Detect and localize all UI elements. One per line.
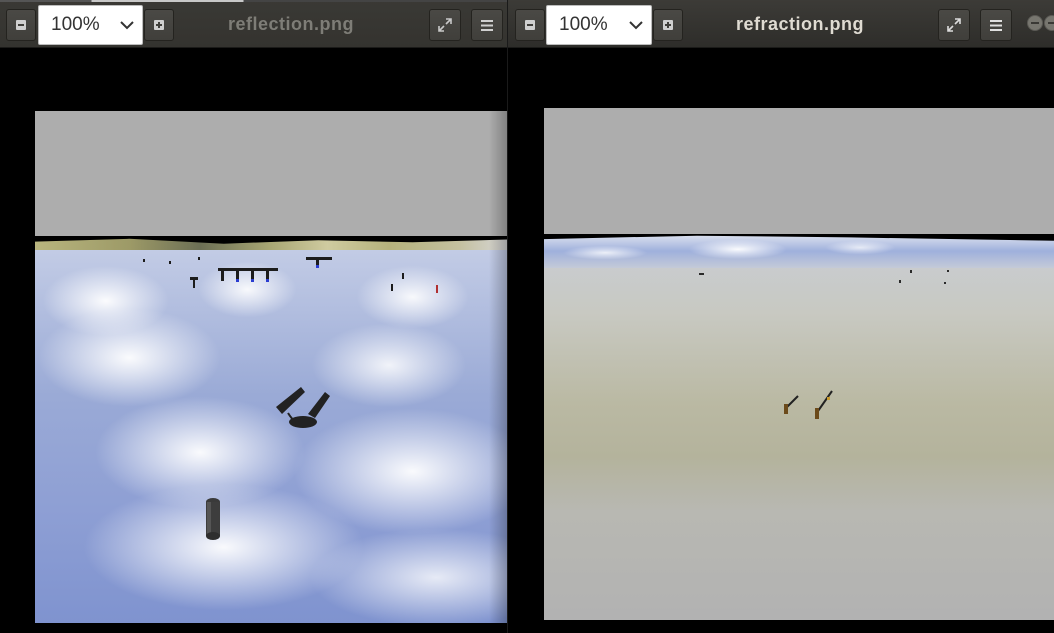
- reflection-viewer-window: 100% reflection.png: [0, 0, 507, 633]
- plus-box-icon: [154, 20, 164, 30]
- minus-box-icon: [16, 20, 26, 30]
- menu-button[interactable]: [471, 9, 503, 41]
- menu-button[interactable]: [980, 9, 1012, 41]
- zoom-out-button[interactable]: [515, 9, 545, 41]
- chevron-down-icon[interactable]: [112, 20, 142, 30]
- zoom-in-button[interactable]: [144, 9, 174, 41]
- chevron-down-icon[interactable]: [621, 20, 651, 30]
- zoom-value[interactable]: 100%: [547, 14, 621, 36]
- zoom-combo[interactable]: 100%: [38, 5, 143, 45]
- window-title: refraction.png: [736, 13, 865, 34]
- refraction-viewer-window: 100% refraction.png: [508, 0, 1054, 633]
- reflection-image: [35, 111, 507, 623]
- image-edge-shade: [489, 111, 507, 623]
- maximize-circle-icon[interactable]: [1044, 15, 1054, 31]
- expand-arrows-icon: [438, 18, 452, 32]
- refraction-image: [544, 108, 1054, 620]
- fullscreen-button[interactable]: [938, 9, 970, 41]
- hamburger-icon: [481, 19, 493, 31]
- window-title: reflection.png: [228, 13, 355, 34]
- minimize-circle-icon[interactable]: [1027, 15, 1043, 31]
- fullscreen-button[interactable]: [429, 9, 461, 41]
- zoom-combo[interactable]: 100%: [546, 5, 652, 45]
- image-scene-objects: [699, 270, 949, 419]
- expand-arrows-icon: [947, 18, 961, 32]
- image-scene-objects: [143, 257, 438, 540]
- zoom-value[interactable]: 100%: [39, 14, 112, 36]
- zoom-in-button[interactable]: [653, 9, 683, 41]
- minus-box-icon: [525, 20, 535, 30]
- headerbar: 100% reflection.png: [0, 0, 507, 48]
- headerbar: 100% refraction.png: [508, 0, 1054, 48]
- plus-box-icon: [663, 20, 673, 30]
- hamburger-icon: [990, 19, 1002, 31]
- zoom-out-button[interactable]: [6, 9, 36, 41]
